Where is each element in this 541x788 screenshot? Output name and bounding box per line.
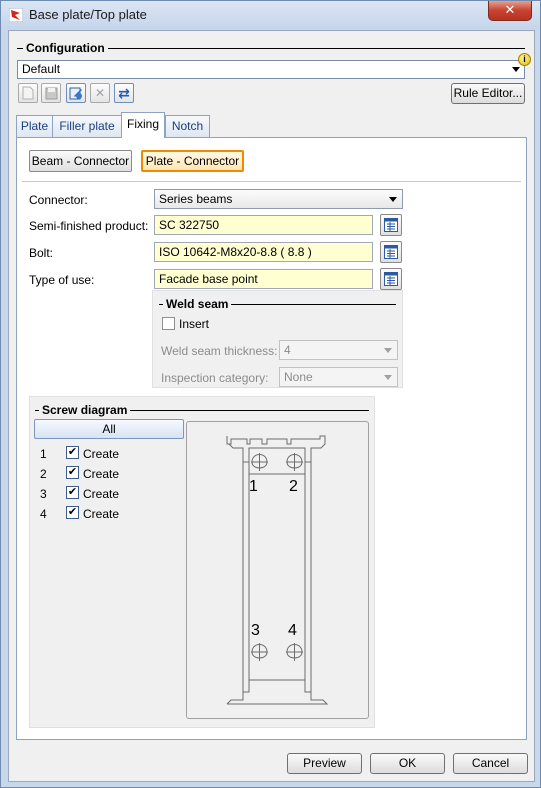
delete-icon: ✕	[94, 86, 106, 100]
screw-number: 4	[40, 507, 47, 521]
delete-config-button[interactable]: ✕	[90, 83, 110, 103]
rule-editor-button[interactable]: Rule Editor...	[451, 83, 525, 104]
checkmark-icon: ✔	[67, 446, 78, 458]
new-document-icon	[22, 86, 34, 100]
close-icon: ✕	[504, 2, 516, 17]
close-button[interactable]: ✕	[488, 1, 532, 21]
screw-diagram-title: Screw diagram	[39, 403, 131, 417]
dialog-client: Configuration Default i ✕ ⇄ Rule Editor.…	[8, 30, 535, 782]
semi-finished-browse-button[interactable]	[380, 214, 402, 236]
refresh-icon: ⇄	[118, 85, 130, 101]
weld-thickness-dropdown[interactable]: 4	[279, 340, 398, 360]
connector-dropdown[interactable]: Series beams	[154, 189, 403, 209]
weld-seam-group: Weld seam Insert Weld seam thickness: 4 …	[152, 290, 403, 388]
tab-notch[interactable]: Notch	[165, 115, 210, 137]
screw-4-checkbox[interactable]: ✔	[66, 506, 79, 519]
weld-seam-title: Weld seam	[163, 297, 232, 311]
screw-create-label: Create	[83, 507, 120, 521]
save-config-button[interactable]	[41, 83, 61, 103]
separator	[22, 181, 521, 182]
screw-create-label: Create	[83, 447, 120, 461]
screw-number: 2	[40, 467, 47, 481]
screw-create-label: Create	[83, 467, 120, 481]
profile-drawing	[226, 435, 329, 705]
type-of-use-browse-button[interactable]	[380, 268, 402, 290]
configuration-value: Default	[22, 62, 61, 76]
inspection-dropdown[interactable]: None	[279, 367, 398, 387]
edit-config-button[interactable]	[66, 83, 86, 103]
chevron-down-icon	[384, 348, 392, 353]
screw-number: 3	[40, 487, 47, 501]
chevron-down-icon	[384, 375, 392, 380]
catalog-icon	[384, 272, 398, 286]
bolt-label: Bolt:	[29, 246, 54, 260]
tab-filler-plate[interactable]: Filler plate	[52, 115, 122, 137]
edit-icon	[69, 87, 82, 100]
cancel-button[interactable]: Cancel	[453, 753, 528, 774]
configuration-title: Configuration	[23, 41, 108, 55]
insert-label: Insert	[179, 317, 210, 331]
plate-connector-button[interactable]: Plate - Connector	[141, 150, 244, 172]
type-of-use-field[interactable]: Facade base point	[154, 269, 373, 289]
insert-checkbox[interactable]	[162, 317, 175, 330]
catalog-icon	[384, 245, 398, 259]
save-icon	[45, 87, 57, 100]
ok-button[interactable]: OK	[370, 753, 445, 774]
screw-mark-1: 1	[249, 478, 258, 495]
screw-mark-4: 4	[288, 622, 297, 639]
title-bar[interactable]: Base plate/Top plate ✕	[1, 1, 540, 29]
dialog-window: Base plate/Top plate ✕ Configuration Def…	[0, 0, 541, 788]
semi-finished-field[interactable]: SC 322750	[154, 215, 373, 235]
screw-mark-2: 2	[289, 478, 298, 495]
chevron-down-icon	[389, 197, 397, 202]
screw-profile-diagram: 1 2 3 4	[186, 421, 369, 719]
weld-thickness-value: 4	[284, 343, 291, 357]
screw-diagram-group: Screw diagram All 1 ✔ Create 2 ✔ Create …	[29, 396, 375, 728]
checkmark-icon: ✔	[67, 506, 78, 518]
inspection-label: Inspection category:	[161, 371, 269, 385]
screw-3-checkbox[interactable]: ✔	[66, 486, 79, 499]
info-icon[interactable]: i	[518, 53, 531, 66]
chevron-down-icon	[512, 67, 520, 72]
screw-2-checkbox[interactable]: ✔	[66, 466, 79, 479]
tab-plate[interactable]: Plate	[16, 115, 53, 137]
type-of-use-label: Type of use:	[29, 273, 95, 287]
fixing-panel: Beam - Connector Plate - Connector Conne…	[16, 137, 527, 740]
connector-label: Connector:	[29, 193, 88, 207]
screw-1-checkbox[interactable]: ✔	[66, 446, 79, 459]
inspection-value: None	[284, 370, 313, 384]
catalog-icon	[384, 218, 398, 232]
weld-thickness-label: Weld seam thickness:	[161, 344, 278, 358]
configuration-dropdown[interactable]: Default	[17, 60, 525, 79]
new-config-button[interactable]	[18, 83, 38, 103]
checkmark-icon: ✔	[67, 486, 78, 498]
select-all-button[interactable]: All	[34, 419, 184, 439]
preview-button[interactable]: Preview	[287, 753, 362, 774]
screw-mark-3: 3	[251, 622, 260, 639]
semi-finished-label: Semi-finished product:	[29, 219, 149, 233]
refresh-config-button[interactable]: ⇄	[114, 83, 134, 103]
app-icon	[9, 8, 23, 22]
bolt-field[interactable]: ISO 10642-M8x20-8.8 ( 8.8 )	[154, 242, 373, 262]
tab-fixing[interactable]: Fixing	[121, 112, 165, 138]
connector-value: Series beams	[159, 192, 233, 206]
screw-create-label: Create	[83, 487, 120, 501]
screw-number: 1	[40, 447, 47, 461]
window-title: Base plate/Top plate	[29, 7, 147, 22]
beam-connector-button[interactable]: Beam - Connector	[29, 150, 132, 172]
bolt-browse-button[interactable]	[380, 241, 402, 263]
checkmark-icon: ✔	[67, 466, 78, 478]
